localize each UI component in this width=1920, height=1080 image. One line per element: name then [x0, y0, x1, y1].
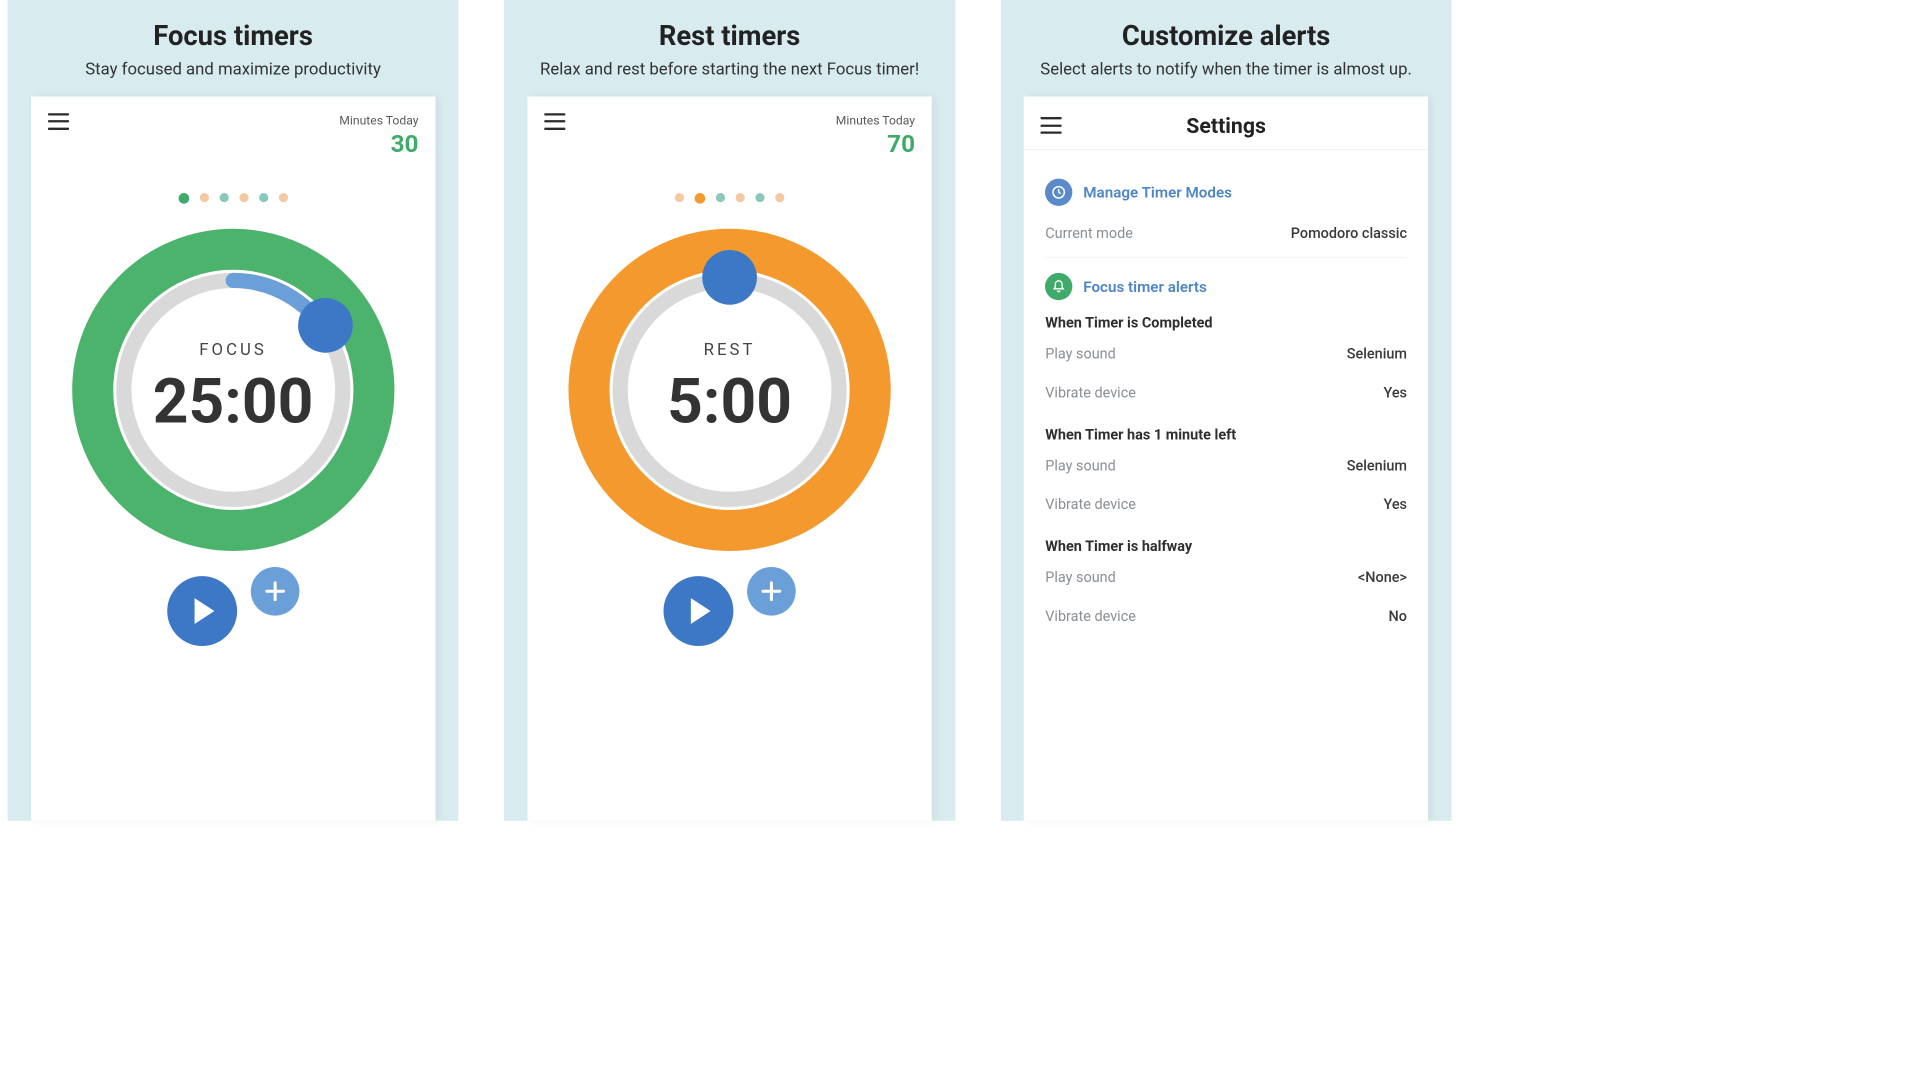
pager-dot[interactable] [200, 193, 209, 202]
settings-row-value: Yes [1383, 495, 1407, 512]
panel-customize-alerts: Customize alerts Select alerts to notify… [1001, 0, 1452, 821]
timer-time: 25:00 [153, 366, 314, 439]
pager-dot[interactable] [695, 193, 706, 204]
menu-icon[interactable] [544, 113, 565, 130]
bell-icon [1045, 273, 1072, 300]
pager-dots[interactable] [544, 193, 915, 204]
minutes-today-label: Minutes Today [339, 113, 418, 127]
current-mode-row[interactable]: Current mode Pomodoro classic [1045, 213, 1407, 252]
current-mode-value: Pomodoro classic [1291, 224, 1407, 241]
panel-subtitle: Relax and rest before starting the next … [540, 59, 919, 81]
settings-row[interactable]: Vibrate device No [1045, 596, 1407, 635]
current-mode-key: Current mode [1045, 224, 1133, 241]
minutes-today-value: 70 [836, 129, 915, 158]
pager-dot[interactable] [279, 193, 288, 202]
add-button[interactable] [747, 567, 796, 616]
pager-dot[interactable] [259, 193, 268, 202]
timer-time: 5:00 [667, 366, 792, 439]
settings-subhead: When Timer has 1 minute left [1045, 425, 1407, 442]
phone-screen-settings: Settings Manage Timer Modes Current mode… [1024, 96, 1428, 821]
settings-row-value: Selenium [1347, 456, 1407, 473]
pager-dot[interactable] [775, 193, 784, 202]
manage-timer-modes-label: Manage Timer Modes [1083, 183, 1232, 201]
phone-screen-rest: Minutes Today 70 REST 5:00 [527, 96, 931, 821]
panel-title: Focus timers [85, 20, 381, 52]
timer-mode-label: FOCUS [199, 341, 267, 360]
plus-icon [265, 581, 285, 601]
page-title: Settings [1062, 113, 1390, 138]
panel-subtitle: Stay focused and maximize productivity [85, 59, 381, 81]
focus-timer-alerts-label: Focus timer alerts [1083, 277, 1207, 295]
pager-dot[interactable] [178, 193, 189, 204]
phone-screen-focus: Minutes Today 30 FOCUS 25:00 [31, 96, 435, 821]
play-icon [691, 598, 711, 624]
focus-timer-alerts-link[interactable]: Focus timer alerts [1045, 273, 1407, 300]
settings-row-key: Play sound [1045, 345, 1116, 362]
focus-timer-dial[interactable]: FOCUS 25:00 [70, 226, 397, 553]
play-button[interactable] [663, 576, 733, 646]
rest-timer-dial[interactable]: REST 5:00 [566, 226, 893, 553]
settings-row-key: Vibrate device [1045, 383, 1136, 400]
panel-rest-timers: Rest timers Relax and rest before starti… [504, 0, 955, 821]
manage-timer-modes-link[interactable]: Manage Timer Modes [1045, 178, 1407, 205]
menu-icon[interactable] [1041, 117, 1062, 134]
pager-dot[interactable] [239, 193, 248, 202]
add-button[interactable] [251, 567, 300, 616]
settings-row-value: Selenium [1347, 345, 1407, 362]
pager-dot[interactable] [219, 193, 228, 202]
settings-row[interactable]: Vibrate device Yes [1045, 485, 1407, 524]
pager-dot[interactable] [675, 193, 684, 202]
settings-row-value: No [1389, 607, 1407, 624]
play-button[interactable] [167, 576, 237, 646]
settings-row[interactable]: Play sound Selenium [1045, 334, 1407, 373]
play-icon [194, 598, 214, 624]
panel-title: Customize alerts [1040, 20, 1412, 52]
settings-subhead: When Timer is halfway [1045, 537, 1407, 554]
pager-dots[interactable] [48, 193, 419, 204]
pager-dot[interactable] [736, 193, 745, 202]
settings-row-key: Play sound [1045, 456, 1116, 473]
minutes-today-label: Minutes Today [836, 113, 915, 127]
settings-row[interactable]: Vibrate device Yes [1045, 373, 1407, 412]
panel-subtitle: Select alerts to notify when the timer i… [1040, 59, 1412, 81]
panel-focus-timers: Focus timers Stay focused and maximize p… [8, 0, 459, 821]
settings-row[interactable]: Play sound Selenium [1045, 446, 1407, 485]
timer-mode-label: REST [704, 341, 756, 360]
settings-row-key: Vibrate device [1045, 495, 1136, 512]
menu-icon[interactable] [48, 113, 69, 130]
pager-dot[interactable] [755, 193, 764, 202]
settings-row-value: Yes [1383, 383, 1407, 400]
settings-row-value: <None> [1358, 568, 1407, 585]
clock-icon [1045, 178, 1072, 205]
divider [1045, 257, 1407, 258]
settings-row-key: Vibrate device [1045, 607, 1136, 624]
settings-row[interactable]: Play sound <None> [1045, 558, 1407, 597]
settings-subhead: When Timer is Completed [1045, 314, 1407, 331]
settings-row-key: Play sound [1045, 568, 1116, 585]
pager-dot[interactable] [716, 193, 725, 202]
plus-icon [762, 581, 782, 601]
minutes-today-value: 30 [339, 129, 418, 158]
panel-title: Rest timers [540, 20, 919, 52]
